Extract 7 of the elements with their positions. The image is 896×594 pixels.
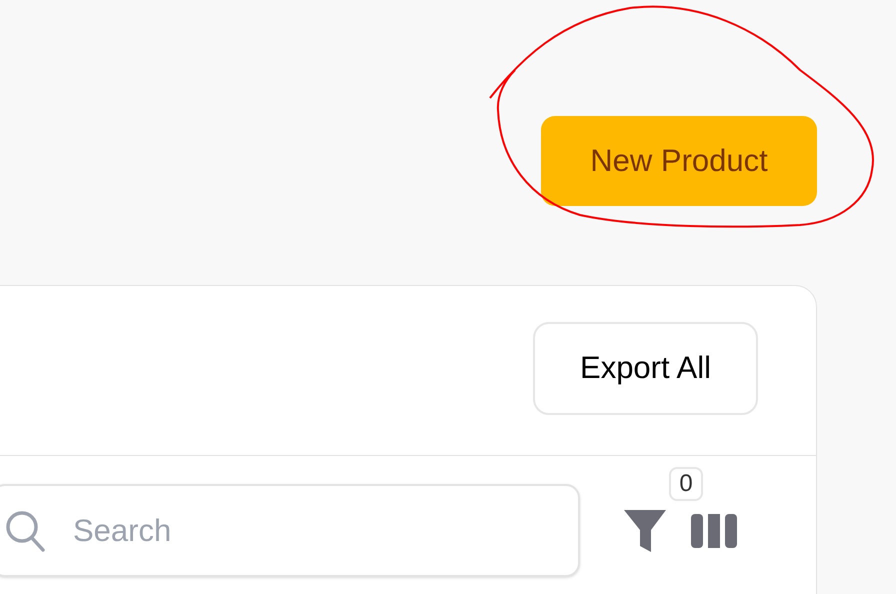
search-icon [5,510,45,552]
search-field[interactable]: Search [0,484,580,577]
new-product-button[interactable]: New Product [541,116,817,206]
columns-icon[interactable] [691,514,737,548]
export-all-button[interactable]: Export All [533,322,758,415]
filter-count-badge: 0 [669,466,703,500]
filter-icon[interactable] [623,508,667,554]
